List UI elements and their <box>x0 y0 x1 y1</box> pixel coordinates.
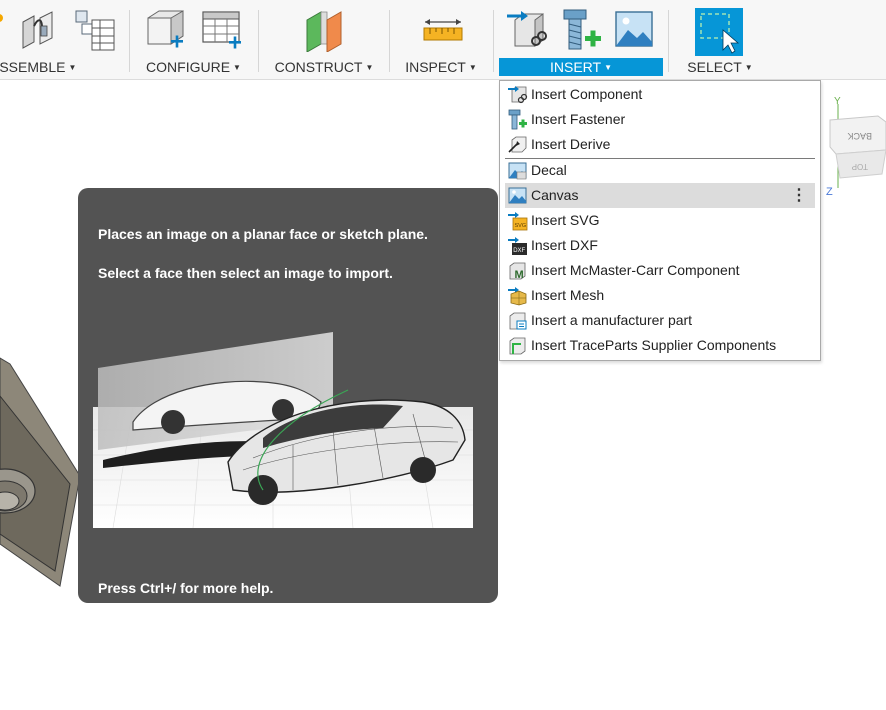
inspect-label: INSPECT <box>405 59 466 75</box>
configure-component-icon[interactable] <box>145 8 189 52</box>
axis-z-label: Z <box>826 186 833 198</box>
menu-item-insert-svg[interactable]: SVG Insert SVG <box>505 208 815 233</box>
menu-item-decal[interactable]: Decal <box>505 158 815 183</box>
mcmaster-badge: M <box>515 269 524 281</box>
axis-y-label: Y <box>834 96 841 107</box>
insert-component-icon <box>508 86 528 104</box>
insert-label: INSERT <box>549 59 602 75</box>
construct-plane-icon[interactable] <box>303 8 347 52</box>
configure-icons <box>131 8 256 54</box>
more-options-icon[interactable]: ⋮ <box>791 183 807 208</box>
configure-menu[interactable]: CONFIGURE ▼ <box>131 58 256 76</box>
menu-item-insert-manufacturer-part[interactable]: Insert a manufacturer part <box>505 308 815 333</box>
inspect-menu[interactable]: INSPECT ▼ <box>391 58 491 76</box>
assemble-caret-icon: ▼ <box>68 63 77 72</box>
inspect-caret-icon: ▼ <box>468 63 477 72</box>
insert-caret-icon: ▼ <box>604 63 612 72</box>
configure-group: CONFIGURE ▼ <box>131 0 256 80</box>
svg-badge: SVG <box>515 223 527 229</box>
fusion-app-window: ASSEMBLE▼ <box>0 0 886 710</box>
construct-caret-icon: ▼ <box>365 63 374 72</box>
select-label: SELECT <box>687 59 742 75</box>
canvas-tooltip: Places an image on a planar face or sket… <box>78 188 498 603</box>
insert-derive-icon[interactable] <box>505 8 549 52</box>
construct-label: CONSTRUCT <box>274 59 363 75</box>
menu-item-label: Insert TraceParts Supplier Components <box>531 337 777 353</box>
construct-group: CONSTRUCT ▼ <box>260 0 388 80</box>
menu-item-label: Insert Mesh <box>531 287 605 303</box>
toolbar-divider <box>389 10 390 72</box>
toolbar-divider <box>129 10 130 72</box>
insert-fastener-icon[interactable] <box>559 8 603 52</box>
manufacturer-part-icon <box>509 312 527 330</box>
menu-item-label: Insert DXF <box>531 237 598 253</box>
inspect-icons <box>391 8 491 54</box>
configure-label: CONFIGURE <box>146 59 231 75</box>
decal-icon <box>508 162 527 180</box>
cube-face-back[interactable]: BACK <box>847 131 872 141</box>
insert-fastener-icon <box>508 109 527 130</box>
menu-item-insert-derive[interactable]: Insert Derive <box>505 132 815 157</box>
insert-menu[interactable]: INSERT ▼ <box>499 58 663 76</box>
dxf-badge: DXF <box>513 248 525 254</box>
canvas-illustration <box>93 330 473 528</box>
menu-item-label: Insert Derive <box>531 136 611 152</box>
new-component-icon[interactable] <box>0 8 4 52</box>
menu-item-label: Insert McMaster-Carr Component <box>531 262 740 278</box>
insert-dxf-icon: DXF <box>508 237 527 255</box>
toolbar-divider <box>668 10 669 72</box>
toolbar: ASSEMBLE▼ <box>0 0 886 80</box>
configuration-table-icon[interactable] <box>201 8 245 52</box>
select-group: SELECT ▼ <box>670 0 770 80</box>
tooltip-instruction: Select a face then select an image to im… <box>98 265 393 281</box>
menu-item-insert-mesh[interactable]: Insert Mesh <box>505 283 815 308</box>
toolbar-divider <box>493 10 494 72</box>
insert-derive-icon <box>508 136 527 153</box>
assemble-group: ASSEMBLE▼ <box>0 0 125 80</box>
select-menu[interactable]: SELECT ▼ <box>670 58 770 76</box>
menu-item-label: Insert SVG <box>531 212 600 228</box>
assemble-menu[interactable]: ASSEMBLE▼ <box>0 58 125 76</box>
insert-svg-icon: SVG <box>508 212 528 231</box>
menu-item-canvas[interactable]: Canvas ⋮ <box>505 183 815 208</box>
construct-icons <box>260 8 388 54</box>
model-body[interactable] <box>0 356 80 626</box>
insert-mesh-icon <box>508 287 527 306</box>
menu-item-insert-component[interactable]: Insert Component <box>505 82 815 107</box>
inspect-group: INSPECT ▼ <box>391 0 491 80</box>
construct-menu[interactable]: CONSTRUCT ▼ <box>260 58 388 76</box>
menu-item-label: Insert Fastener <box>531 111 626 127</box>
select-window-icon[interactable] <box>695 8 743 56</box>
assemble-label: ASSEMBLE <box>0 59 66 75</box>
insert-canvas-icon[interactable] <box>613 8 657 52</box>
assemble-icons <box>0 8 125 54</box>
traceparts-icon <box>509 337 526 355</box>
menu-item-insert-traceparts[interactable]: Insert TraceParts Supplier Components <box>505 333 815 358</box>
measure-icon[interactable] <box>421 8 465 52</box>
insert-icons <box>499 8 663 54</box>
tooltip-description: Places an image on a planar face or sket… <box>98 226 428 242</box>
menu-item-label: Canvas <box>531 187 579 203</box>
cube-face-top[interactable]: TOP <box>852 162 868 171</box>
insert-dropdown-menu: Insert Component Insert Fastener Insert … <box>499 80 821 361</box>
joint-icon[interactable] <box>20 8 58 52</box>
component-table-icon[interactable] <box>75 8 117 52</box>
menu-item-insert-dxf[interactable]: DXF Insert DXF <box>505 233 815 258</box>
menu-item-label: Insert a manufacturer part <box>531 312 693 328</box>
mcmaster-icon: M <box>509 262 526 281</box>
menu-item-insert-mcmaster-carr[interactable]: M Insert McMaster-Carr Component <box>505 258 815 283</box>
view-cube[interactable]: Y Z BACK TOP <box>822 92 886 202</box>
select-icons <box>670 8 770 56</box>
canvas-icon <box>508 187 527 204</box>
configure-caret-icon: ▼ <box>233 63 241 72</box>
menu-item-insert-fastener[interactable]: Insert Fastener <box>505 107 815 132</box>
menu-item-label: Insert Component <box>531 86 643 102</box>
menu-item-label: Decal <box>531 162 567 178</box>
toolbar-divider <box>258 10 259 72</box>
tooltip-help-hint: Press Ctrl+/ for more help. <box>98 580 274 596</box>
insert-group: INSERT ▼ <box>499 0 663 80</box>
select-caret-icon: ▼ <box>744 63 753 72</box>
